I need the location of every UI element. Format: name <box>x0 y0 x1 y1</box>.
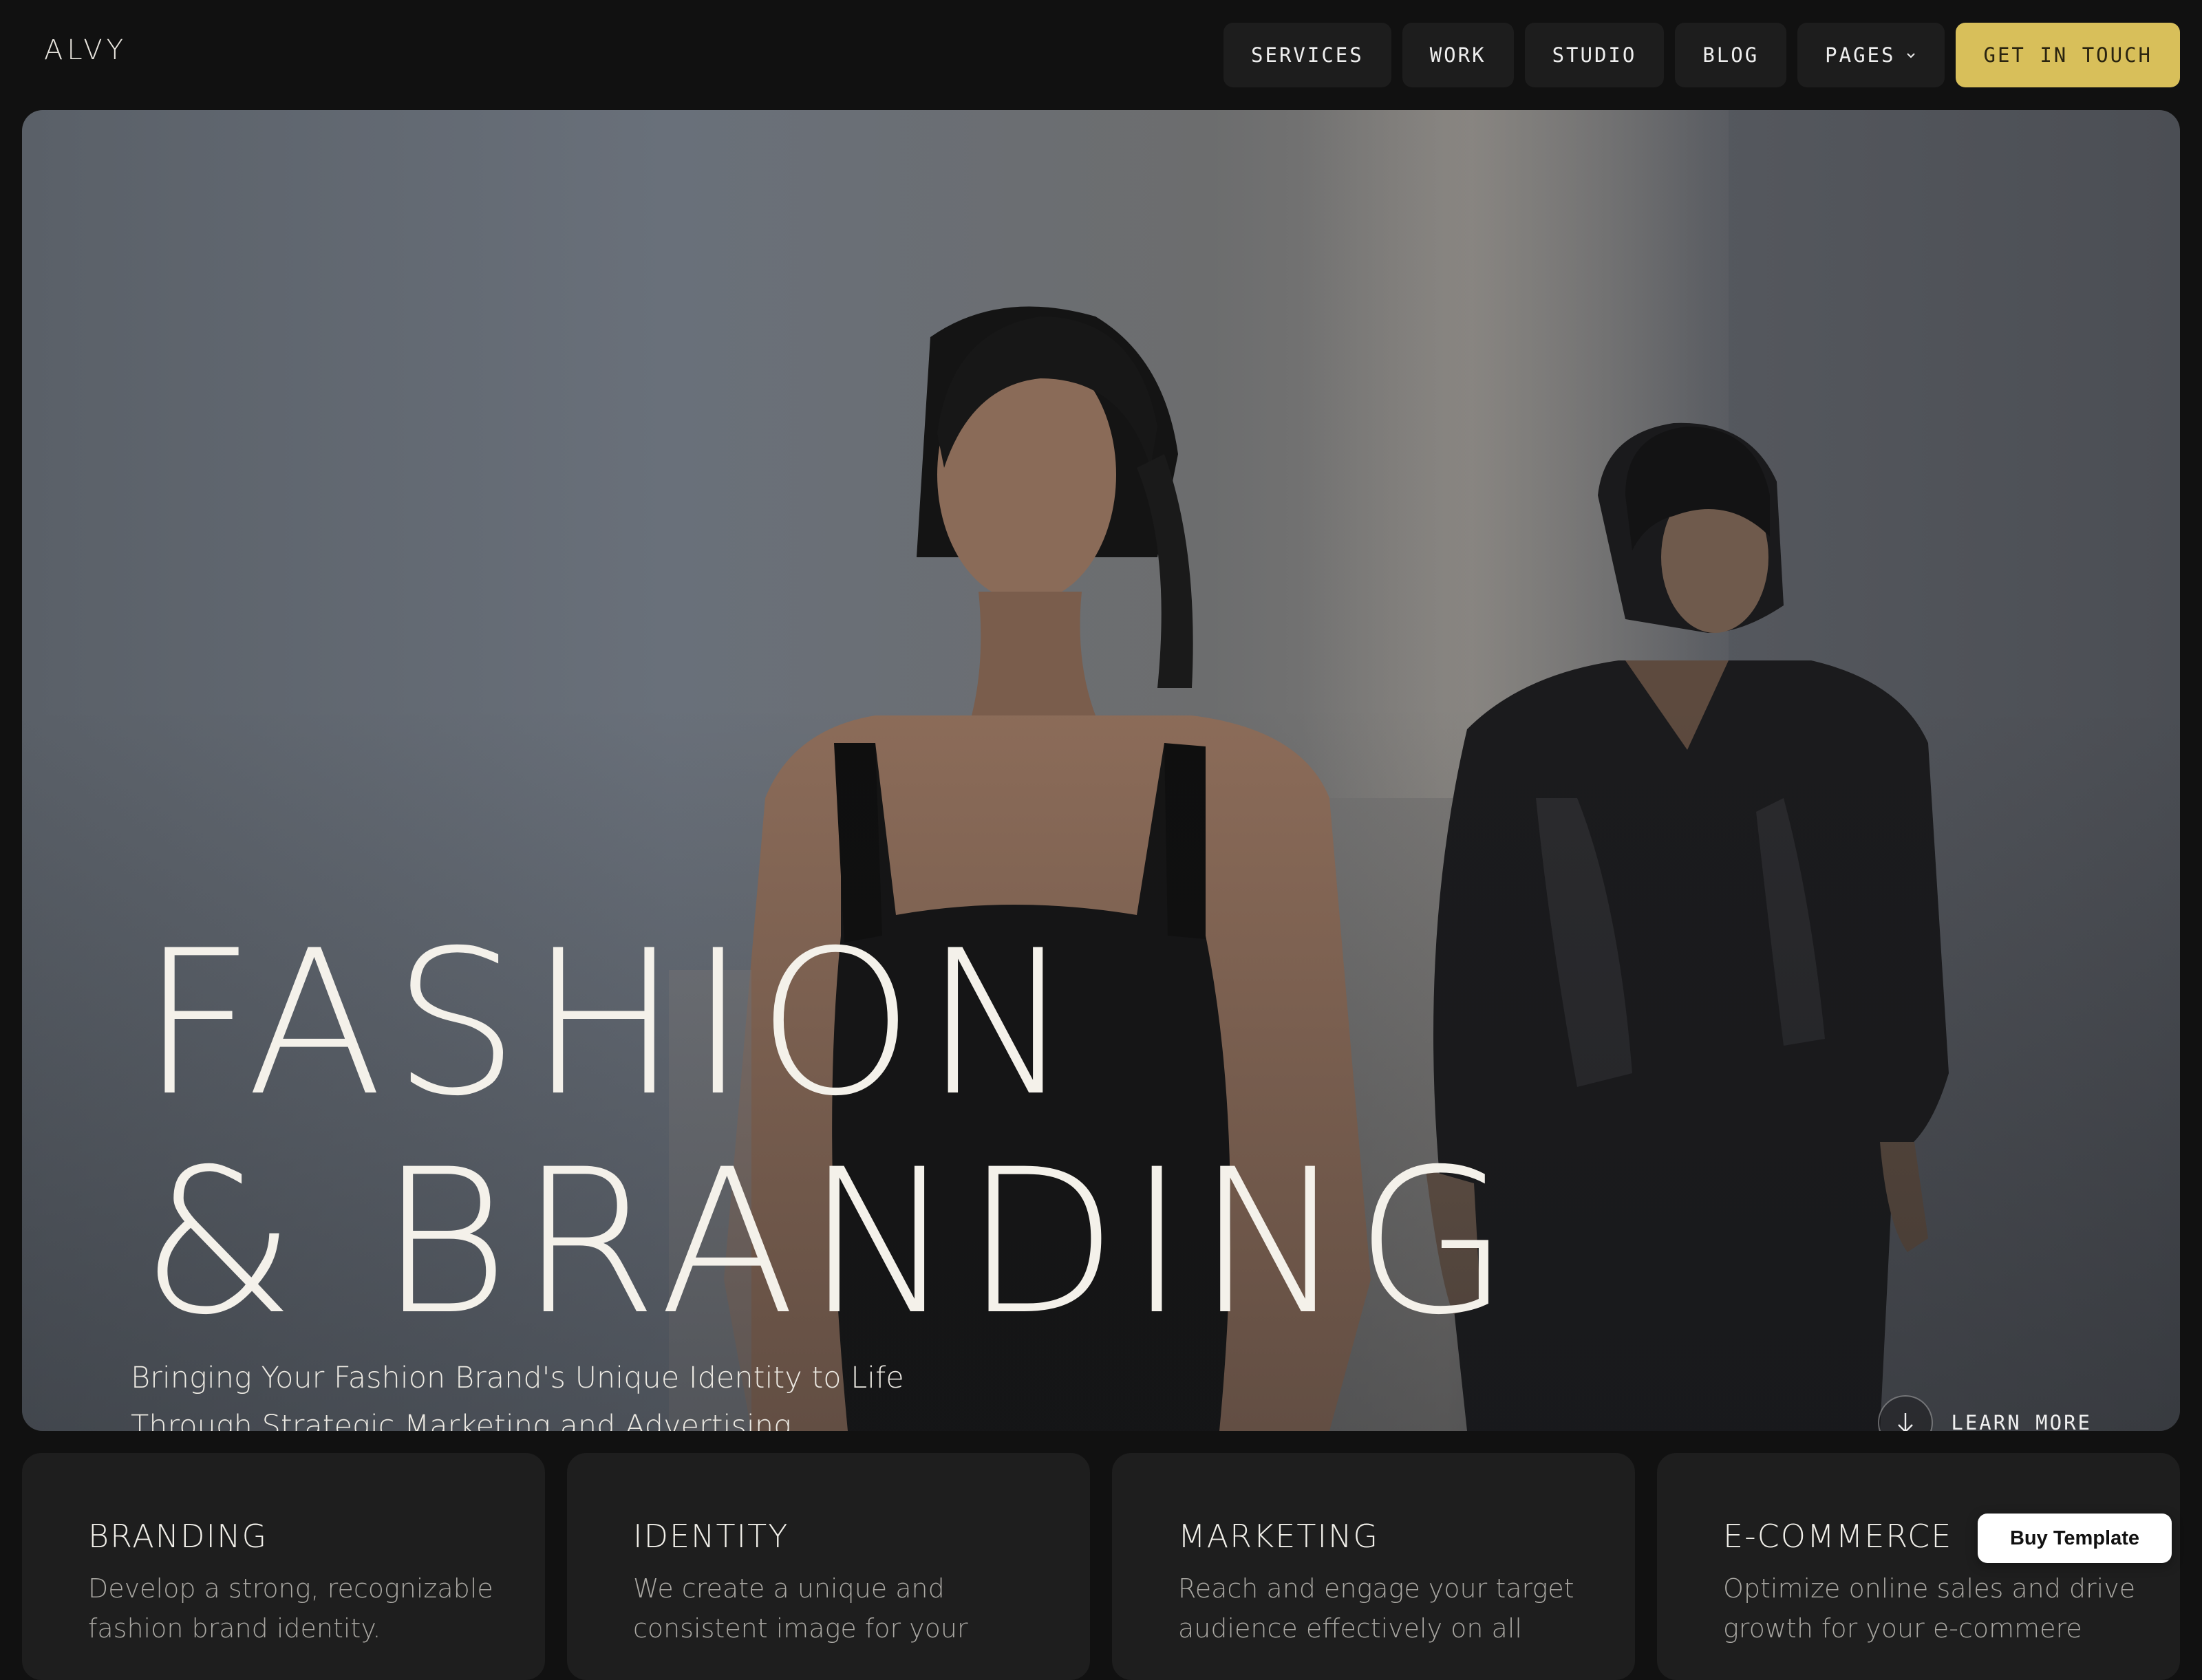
nav-studio[interactable]: STUDIO <box>1524 23 1665 87</box>
nav-blog[interactable]: BLOG <box>1675 23 1787 87</box>
service-card-marketing[interactable]: MARKETING Reach and engage your target a… <box>1112 1453 1635 1680</box>
top-navigation: ALVY SERVICES WORK STUDIO BLOG PAGES GET… <box>0 0 2202 110</box>
hero-subtitle: Bringing Your Fashion Brand's Unique Ide… <box>131 1354 1025 1431</box>
get-in-touch-button[interactable]: GET IN TOUCH <box>1956 23 2180 87</box>
service-card-identity[interactable]: IDENTITY We create a unique and consiste… <box>567 1453 1090 1680</box>
arrow-down-icon <box>1878 1395 1934 1431</box>
chevron-down-icon <box>1907 53 1916 58</box>
service-card-text: Develop a strong, recognizable fashion b… <box>88 1573 493 1644</box>
service-card-ecommerce[interactable]: E-COMMERCE Optimize online sales and dri… <box>1657 1453 2180 1680</box>
service-card-branding[interactable]: BRANDING Develop a strong, recognizable … <box>22 1453 545 1680</box>
service-card-text: Optimize online sales and drive growth f… <box>1723 1573 2136 1644</box>
hero-section: FASHION & BRANDING Bringing Your Fashion… <box>22 110 2180 1431</box>
buy-template-button[interactable]: Buy Template <box>1978 1514 2172 1563</box>
hero-title-line2: & BRANDING <box>140 1127 1519 1359</box>
service-card-text: We create a unique and consistent image … <box>633 1573 968 1644</box>
service-card-title: BRANDING <box>88 1518 268 1555</box>
main-nav: SERVICES WORK STUDIO BLOG PAGES GET IN T… <box>1223 23 2180 87</box>
hero-subtitle-line1: Bringing Your Fashion Brand's Unique Ide… <box>131 1361 904 1395</box>
learn-more-label: LEARN MORE <box>1951 1411 2092 1431</box>
nav-services[interactable]: SERVICES <box>1223 23 1391 87</box>
brand-logo[interactable]: ALVY <box>44 34 127 66</box>
nav-pages-dropdown[interactable]: PAGES <box>1797 23 1945 87</box>
service-card-title: IDENTITY <box>633 1518 789 1555</box>
nav-pages-label: PAGES <box>1825 43 1896 67</box>
services-cards: BRANDING Develop a strong, recognizable … <box>22 1453 2180 1680</box>
service-card-text: Reach and engage your target audience ef… <box>1178 1573 1574 1644</box>
service-card-title: MARKETING <box>1178 1518 1380 1555</box>
hero-title: FASHION & BRANDING <box>140 915 1519 1353</box>
hero-subtitle-line2: Through Strategic Marketing and Advertis… <box>131 1409 801 1431</box>
hero-title-line1: FASHION <box>140 908 1083 1140</box>
nav-work[interactable]: WORK <box>1402 23 1514 87</box>
learn-more-link[interactable]: LEARN MORE <box>1878 1395 2092 1431</box>
